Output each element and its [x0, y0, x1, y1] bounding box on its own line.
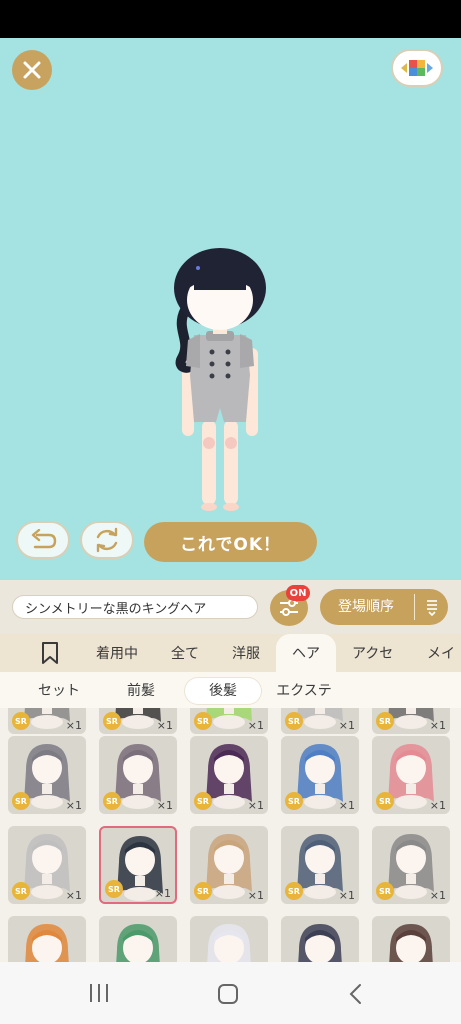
tab-hair[interactable]: ヘア — [276, 634, 336, 672]
hair-item[interactable]: SR ×1 — [8, 736, 86, 814]
hair-item[interactable]: SR ×1 — [372, 736, 450, 814]
item-quantity: ×1 — [338, 799, 355, 812]
hair-item[interactable]: SR — [190, 916, 268, 962]
hair-preview — [207, 924, 251, 962]
rarity-badge: SR — [105, 880, 123, 898]
hair-item[interactable]: SR ×1 — [281, 708, 359, 734]
item-name-label: シンメトリーな黒のキングヘア — [25, 601, 207, 617]
rarity-badge: SR — [376, 882, 394, 900]
item-quantity: ×1 — [429, 719, 446, 732]
item-quantity: ×1 — [247, 719, 264, 732]
undo-button[interactable] — [16, 521, 70, 559]
hair-item[interactable]: SR ×1 — [190, 708, 268, 734]
hair-item[interactable]: SR ×1 — [281, 736, 359, 814]
rarity-badge: SR — [194, 882, 212, 900]
item-quantity: ×1 — [154, 887, 171, 900]
tab-wearing[interactable]: 着用中 — [96, 634, 138, 672]
rarity-badge: SR — [376, 712, 394, 730]
item-quantity: ×1 — [429, 889, 446, 902]
item-quantity: ×1 — [247, 889, 264, 902]
hair-preview — [25, 924, 69, 962]
undo-icon — [31, 529, 57, 549]
ok-button-label: これでOK！ — [179, 534, 282, 555]
hair-item[interactable]: SR ×1 — [99, 736, 177, 814]
home-icon[interactable] — [217, 983, 239, 1005]
item-quantity: ×1 — [65, 719, 82, 732]
hair-subtabs: セット 前髪 後髪 エクステ — [0, 672, 461, 708]
item-quantity: ×1 — [65, 799, 82, 812]
item-quantity: ×1 — [429, 799, 446, 812]
item-name: シンメトリーな黒のキングヘア — [12, 595, 258, 619]
hair-preview — [116, 924, 160, 962]
item-quantity: ×1 — [247, 799, 264, 812]
hair-item[interactable]: SR — [372, 916, 450, 962]
hair-item[interactable]: SR ×1 — [281, 826, 359, 904]
tab-accessory[interactable]: アクセ — [352, 634, 393, 672]
back-icon[interactable] — [348, 983, 362, 1005]
app-root: これでOK！ シンメトリーな黒のキングヘア ON 登場順序 着用中 全て 洋服 … — [0, 0, 461, 1024]
rarity-badge: SR — [103, 712, 121, 730]
hair-preview — [298, 924, 342, 962]
palette-icon — [401, 60, 433, 76]
item-quantity: ×1 — [156, 799, 173, 812]
hair-item[interactable]: SR — [281, 916, 359, 962]
item-grid: SR ×1 SR ×1 SR ×1 SR ×1 SR ×1 SR ×1 SR ×1 SR ×1 SR ×1 SR ×1… — [0, 708, 461, 962]
sort-button[interactable]: 登場順序 — [320, 589, 448, 625]
tab-clothes[interactable]: 洋服 — [232, 634, 260, 672]
bookmark-icon[interactable] — [38, 641, 62, 665]
hair-item[interactable]: SR ×1 — [190, 826, 268, 904]
filter-on-badge: ON — [286, 585, 310, 601]
item-quantity: ×1 — [156, 719, 173, 732]
rarity-badge: SR — [194, 712, 212, 730]
hair-item[interactable]: SR ×1 — [190, 736, 268, 814]
refresh-icon — [96, 527, 118, 553]
hair-item[interactable]: SR ×1 — [99, 708, 177, 734]
subtab-bangs[interactable]: 前髪 — [108, 678, 174, 704]
recent-apps-icon[interactable] — [88, 983, 110, 1003]
tab-makeup[interactable]: メイク — [427, 634, 461, 702]
ok-button[interactable]: これでOK！ — [144, 522, 317, 562]
subtab-back-hair[interactable]: 後髪 — [185, 678, 261, 704]
rarity-badge: SR — [103, 792, 121, 810]
subtab-extension[interactable]: エクステ — [268, 678, 340, 704]
hair-item[interactable]: SR — [8, 916, 86, 962]
rarity-badge: SR — [285, 882, 303, 900]
hair-item[interactable]: SR ×1 — [8, 708, 86, 734]
hair-item[interactable]: SR ×1 — [372, 826, 450, 904]
subtab-set[interactable]: セット — [24, 678, 94, 704]
hair-item[interactable]: SR ×1 — [8, 826, 86, 904]
sliders-icon — [280, 599, 298, 616]
status-bar — [0, 0, 461, 38]
rarity-badge: SR — [194, 792, 212, 810]
hair-item[interactable]: SR ×1 — [372, 708, 450, 734]
rarity-badge: SR — [12, 882, 30, 900]
sort-divider — [414, 594, 415, 620]
hair-item[interactable]: SR — [99, 916, 177, 962]
refresh-button[interactable] — [80, 521, 134, 559]
rarity-badge: SR — [12, 792, 30, 810]
item-quantity: ×1 — [338, 889, 355, 902]
item-quantity: ×1 — [338, 719, 355, 732]
close-button[interactable] — [12, 50, 52, 90]
close-icon — [23, 61, 41, 79]
sort-icon[interactable] — [420, 595, 444, 619]
sort-label: 登場順序 — [338, 599, 394, 615]
palette-button[interactable] — [391, 49, 443, 87]
rarity-badge: SR — [285, 712, 303, 730]
hair-item-selected[interactable]: SR ×1 — [99, 826, 177, 904]
rarity-badge: SR — [285, 792, 303, 810]
tab-all[interactable]: 全て — [171, 634, 199, 672]
rarity-badge: SR — [376, 792, 394, 810]
hair-preview — [389, 924, 433, 962]
category-tabs: 着用中 全て 洋服 ヘア アクセ メイク — [0, 634, 461, 702]
item-quantity: ×1 — [65, 889, 82, 902]
rarity-badge: SR — [12, 712, 30, 730]
avatar-figure — [174, 248, 266, 511]
